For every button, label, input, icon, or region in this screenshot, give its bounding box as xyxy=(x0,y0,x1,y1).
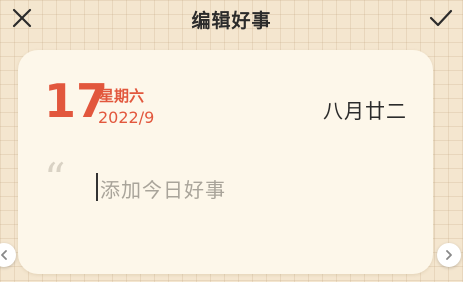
chevron-right-icon xyxy=(446,250,452,260)
chevron-left-icon xyxy=(1,250,7,260)
lunar-date: 八月廿二 xyxy=(323,99,407,123)
quote-mark-icon: “ xyxy=(44,154,66,203)
good-thing-input[interactable]: 添加今日好事 xyxy=(96,170,396,206)
confirm-button[interactable] xyxy=(425,2,457,34)
text-cursor xyxy=(96,173,98,201)
weekday-label: 星期六 xyxy=(99,87,145,105)
header-bar: 编辑好事 xyxy=(0,0,463,40)
previous-day-button[interactable] xyxy=(0,243,16,267)
checkmark-icon xyxy=(429,9,453,27)
entry-card: 17 星期六 2022/9 八月廿二 “ 添加今日好事 xyxy=(18,50,433,274)
input-placeholder: 添加今日好事 xyxy=(100,178,226,202)
page-title: 编辑好事 xyxy=(191,10,272,32)
year-month-label: 2022/9 xyxy=(98,108,155,127)
next-day-button[interactable] xyxy=(437,243,461,267)
